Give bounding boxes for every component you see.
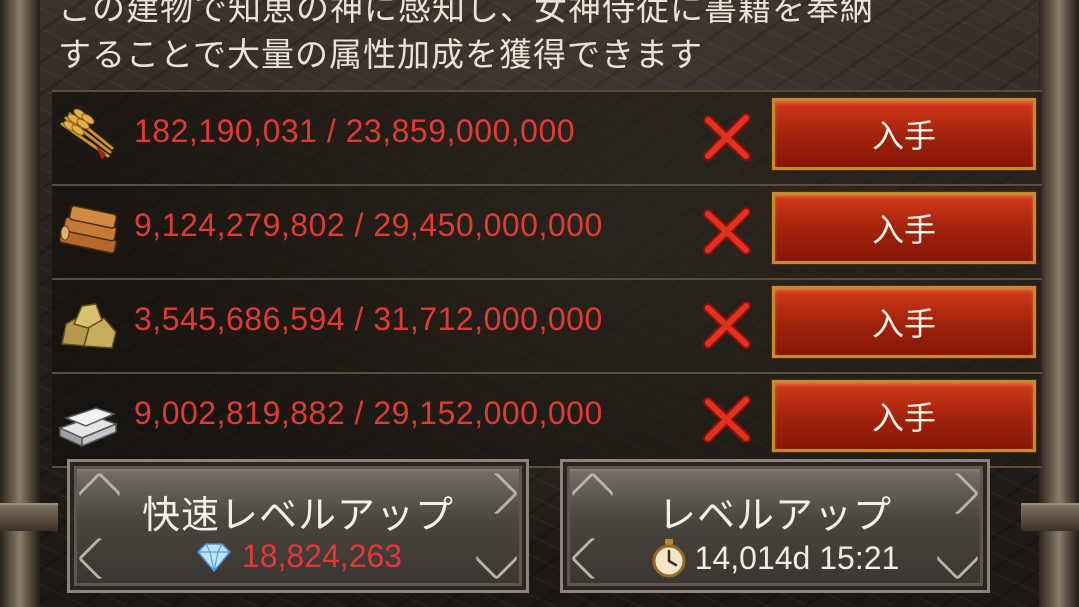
- get-wood-button[interactable]: 入手: [772, 192, 1036, 264]
- right-pillar-cap: [1021, 503, 1079, 531]
- insufficient-x-icon: [703, 207, 751, 255]
- resource-row-food: 182,190,031 / 23,859,000,000 入手: [52, 90, 1042, 184]
- insufficient-x-icon: [703, 395, 751, 443]
- get-food-button[interactable]: 入手: [772, 98, 1036, 170]
- quick-level-up-label: 快速レベルアップ: [141, 493, 454, 537]
- quick-level-up-cost: 18,824,263: [74, 538, 522, 575]
- insufficient-x-icon: [703, 113, 751, 161]
- level-up-time: 14,014d 15:21: [567, 538, 983, 578]
- left-pillar-cap: [0, 503, 58, 531]
- stopwatch-icon: [652, 539, 686, 578]
- resource-row-wood: 9,124,279,802 / 29,450,000,000 入手: [52, 184, 1042, 278]
- upgrade-time-value: 14,014d 15:21: [694, 539, 900, 576]
- resource-requirements: 182,190,031 / 23,859,000,000 入手 9,124,27…: [52, 90, 1042, 468]
- diamond-icon: [196, 542, 231, 572]
- resource-row-iron: 9,002,819,882 / 29,152,000,000 入手: [52, 372, 1042, 468]
- stone-amount: 3,545,686,594 / 31,712,000,000: [134, 301, 603, 337]
- get-iron-button[interactable]: 入手: [772, 380, 1036, 452]
- wheat-icon: [60, 108, 114, 160]
- level-up-button[interactable]: レベルアップ 14,014d 15:21: [563, 462, 987, 590]
- gem-cost-value: 18,824,263: [241, 538, 403, 574]
- iron-icon: [57, 407, 119, 448]
- stone-icon: [61, 303, 117, 349]
- level-up-label: レベルアップ: [657, 493, 892, 537]
- wood-amount: 9,124,279,802 / 29,450,000,000: [134, 207, 603, 243]
- food-amount: 182,190,031 / 23,859,000,000: [134, 113, 576, 149]
- insufficient-x-icon: [703, 301, 751, 349]
- quick-level-up-button[interactable]: 快速レベルアップ 18,824,263: [70, 462, 526, 590]
- wood-icon: [58, 205, 118, 254]
- iron-amount: 9,002,819,882 / 29,152,000,000: [134, 395, 603, 431]
- get-stone-button[interactable]: 入手: [772, 286, 1036, 358]
- building-description: この建物で知恵の神に感知し、女神侍従に書籍を奉納 することで大量の属性加成を獲得…: [58, 0, 874, 74]
- resource-row-stone: 3,545,686,594 / 31,712,000,000 入手: [52, 278, 1042, 372]
